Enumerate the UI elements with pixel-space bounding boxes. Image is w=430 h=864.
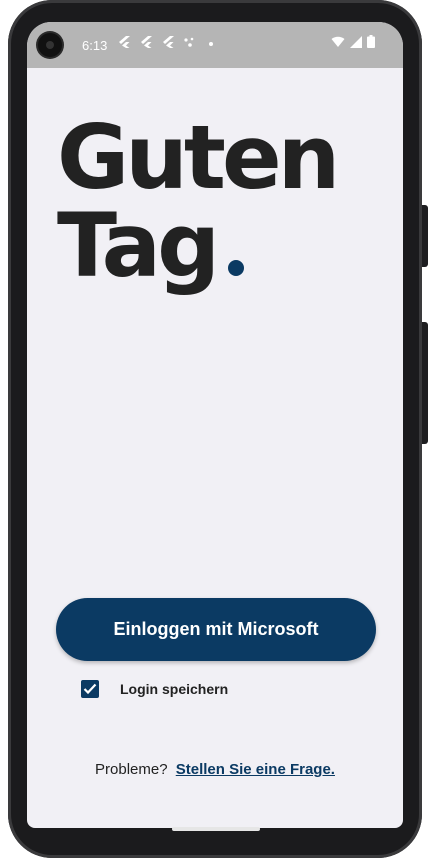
greeting-line-2-text: Tag bbox=[57, 194, 220, 297]
greeting-headline: Guten Tag bbox=[57, 106, 340, 290]
signal-icon bbox=[350, 35, 362, 51]
greeting-line-1: Guten bbox=[57, 106, 340, 209]
status-time: 6:13 bbox=[82, 38, 108, 53]
help-section: Probleme? Stellen Sie eine Frage. bbox=[27, 761, 403, 778]
status-bar: 6:13 bbox=[27, 22, 403, 68]
accent-dot bbox=[228, 260, 245, 276]
front-camera bbox=[38, 33, 62, 57]
flutter-icon bbox=[139, 35, 153, 52]
app-screen: 6:13 Guten Tag Einloggen mit Microsoft L… bbox=[27, 22, 403, 828]
help-prefix: Probleme? bbox=[95, 761, 168, 778]
system-icons bbox=[331, 35, 375, 51]
assistant-dots-icon bbox=[183, 36, 195, 51]
volume-button bbox=[422, 322, 428, 444]
battery-icon bbox=[367, 35, 375, 51]
ask-question-link[interactable]: Stellen Sie eine Frage. bbox=[176, 761, 335, 778]
login-microsoft-button[interactable]: Einloggen mit Microsoft bbox=[56, 598, 376, 661]
home-indicator[interactable] bbox=[172, 827, 260, 831]
dot-icon bbox=[209, 41, 213, 46]
notification-icons bbox=[117, 35, 213, 52]
power-button bbox=[422, 205, 428, 267]
wifi-icon bbox=[331, 36, 345, 51]
flutter-icon bbox=[161, 35, 175, 52]
flutter-icon bbox=[117, 35, 131, 52]
remember-login-label: Login speichern bbox=[120, 681, 229, 697]
greeting-line-2: Tag bbox=[57, 202, 336, 290]
checkbox-checked-icon[interactable] bbox=[81, 680, 99, 698]
remember-login-checkbox[interactable]: Login speichern bbox=[81, 680, 228, 698]
